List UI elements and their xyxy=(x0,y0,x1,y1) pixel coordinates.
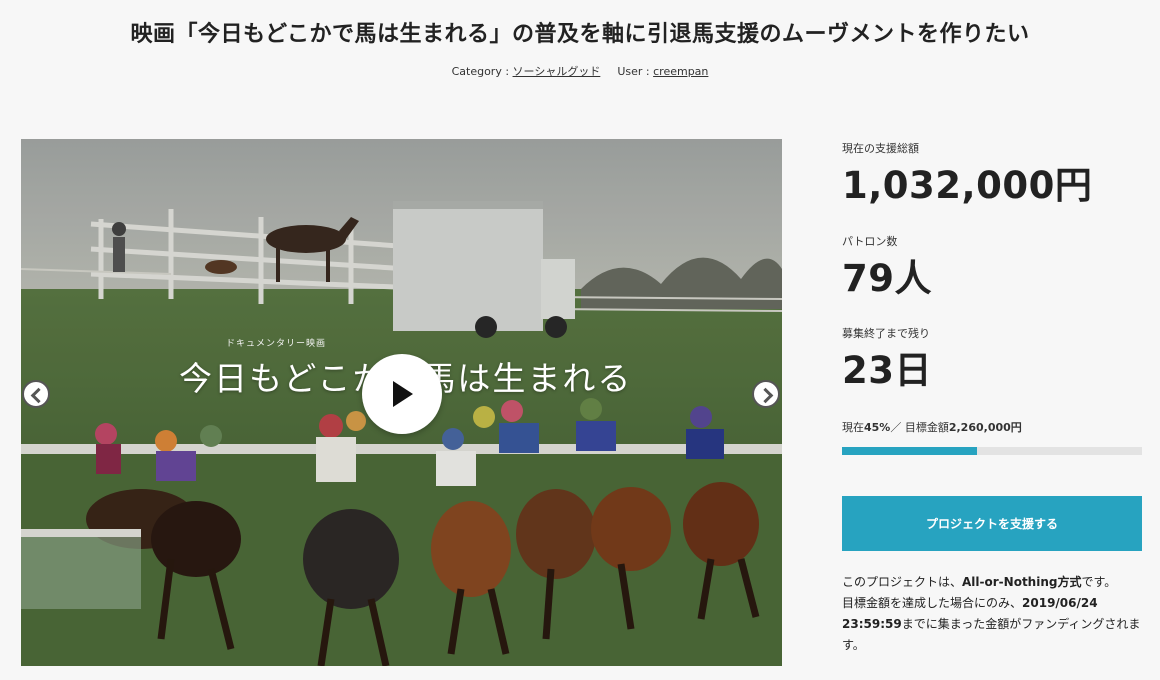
user-link[interactable]: creempan xyxy=(653,65,708,78)
note-line1-prefix: このプロジェクトは、 xyxy=(842,575,963,589)
goal-prefix: 現在 xyxy=(842,421,864,434)
chevron-right-icon[interactable] xyxy=(752,380,780,408)
user-label: User : xyxy=(617,65,650,78)
progress-bar-fill xyxy=(842,447,977,455)
project-video[interactable]: ドキュメンタリー映画 今日もどこかで馬は生まれる xyxy=(21,139,782,666)
goal-summary: 現在45%／ 目標金額2,260,000円 xyxy=(842,419,1022,435)
goal-percent: 45% xyxy=(864,421,891,434)
category-label: Category : xyxy=(451,65,510,78)
patrons-label: パトロン数 xyxy=(842,235,898,248)
patrons-value: 79人 xyxy=(842,257,932,300)
page-title: 映画「今日もどこかで馬は生まれる」の普及を軸に引退馬支援のムーヴメントを作りたい xyxy=(130,22,1030,47)
note-line1-bold: All-or-Nothing方式 xyxy=(962,575,1082,589)
video-overlay-subtitle: ドキュメンタリー映画 xyxy=(226,339,327,349)
support-project-button[interactable]: プロジェクトを支援する xyxy=(842,496,1142,551)
remaining-label: 募集終了まで残り xyxy=(842,327,930,340)
funding-note: このプロジェクトは、All-or-Nothing方式です。 目標金額を達成した場… xyxy=(842,572,1142,656)
project-meta: Category : ソーシャルグッド User : creempan xyxy=(0,63,1160,79)
amount-label: 現在の支援総額 xyxy=(842,142,919,155)
amount-value: 1,032,000円 xyxy=(842,164,1093,207)
category-link[interactable]: ソーシャルグッド xyxy=(513,65,601,78)
play-icon[interactable] xyxy=(362,354,442,434)
remaining-value: 23日 xyxy=(842,349,932,392)
goal-target: 2,260,000円 xyxy=(948,421,1022,434)
note-line1-suffix: です。 xyxy=(1081,575,1117,589)
chevron-left-icon[interactable] xyxy=(22,380,50,408)
goal-separator: ／ 目標金額 xyxy=(890,421,949,434)
progress-bar xyxy=(842,447,1142,455)
note-line2-prefix: 目標金額を達成した場合にのみ、 xyxy=(842,596,1023,610)
